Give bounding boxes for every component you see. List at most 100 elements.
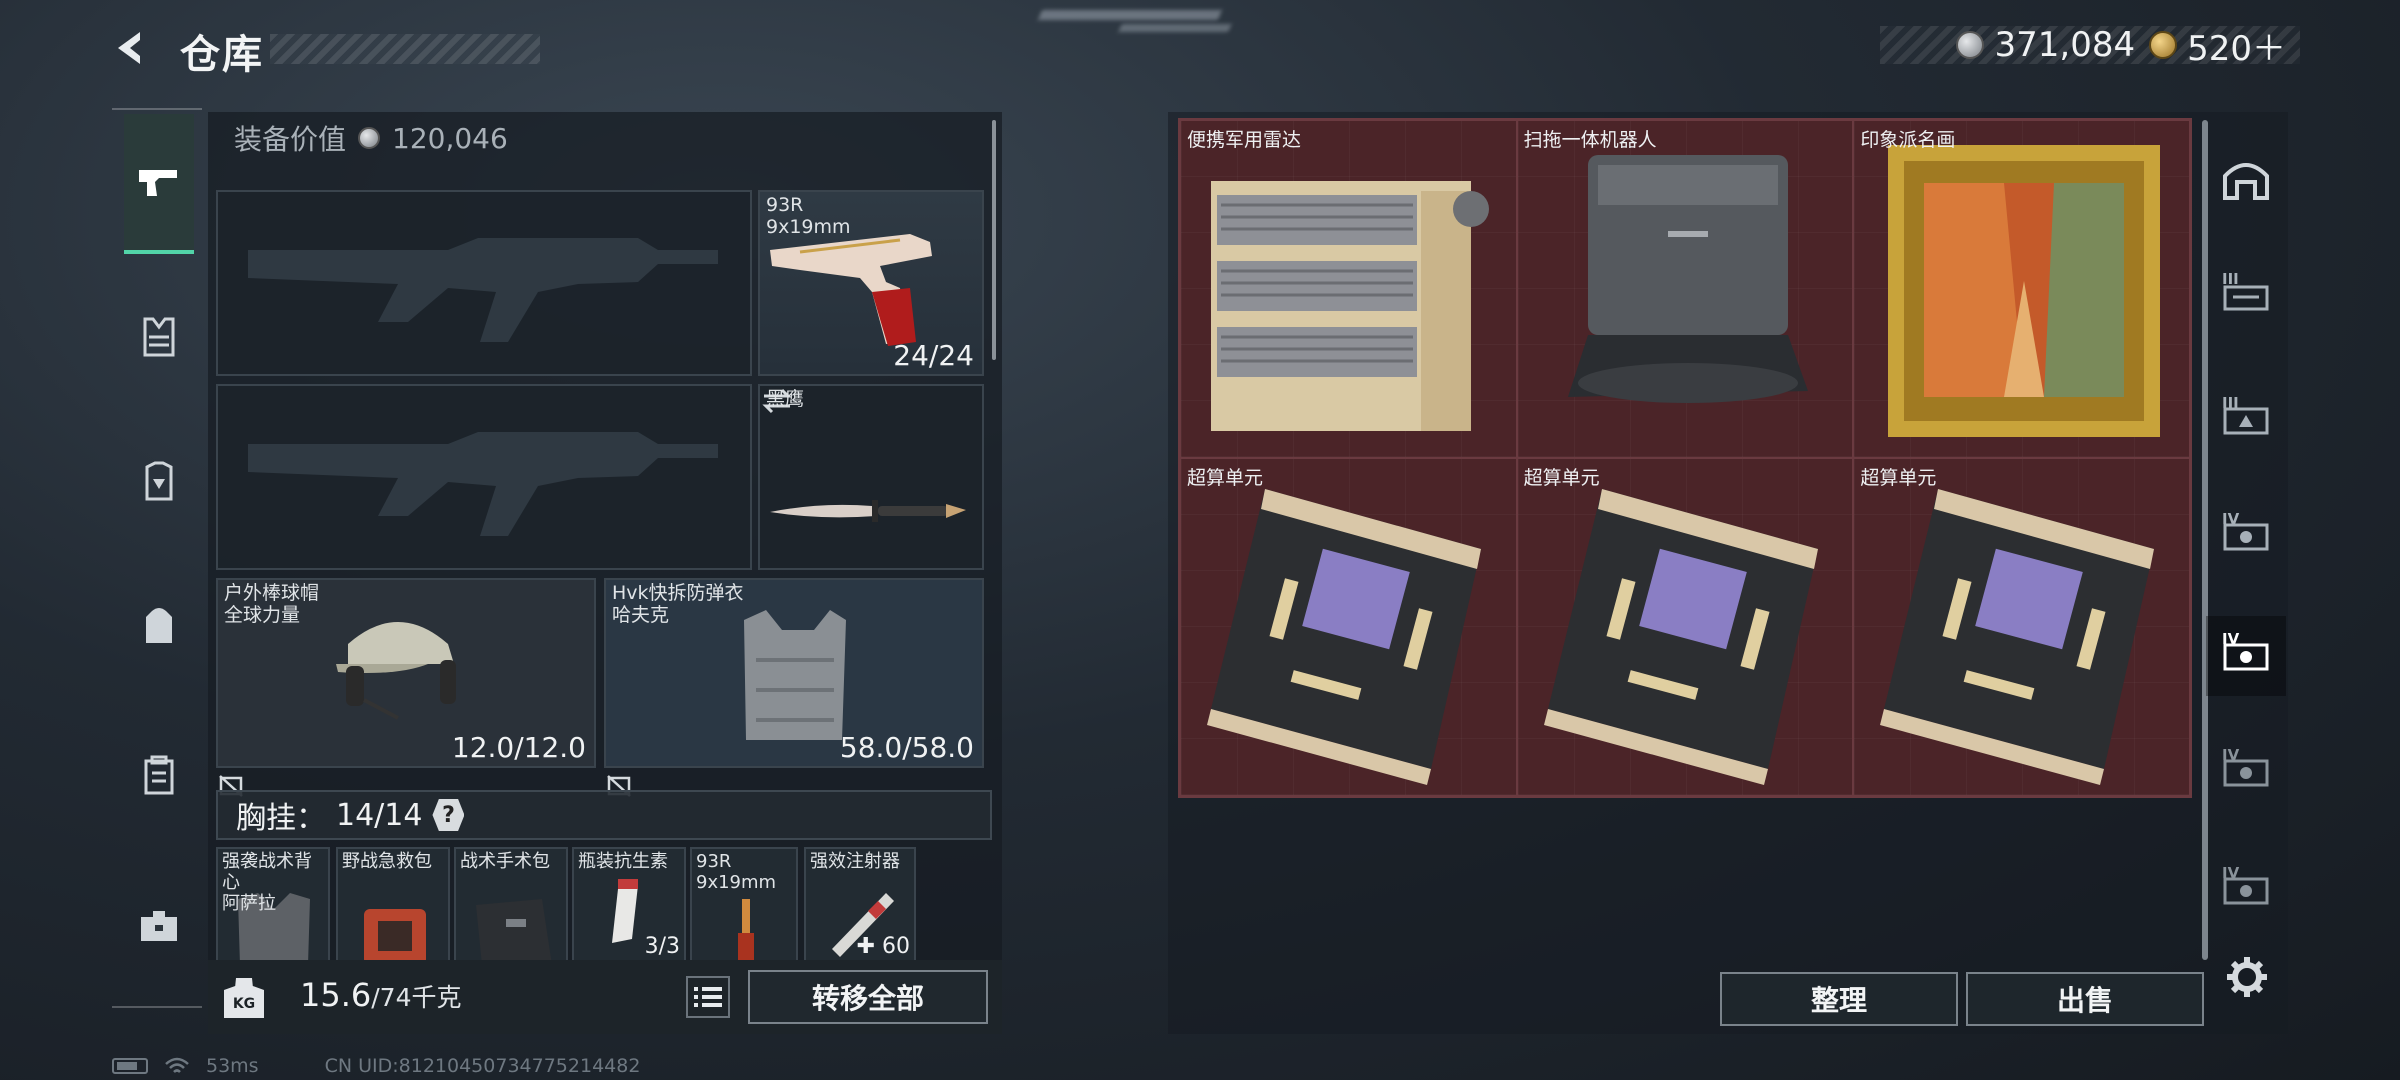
background-light bbox=[1118, 24, 1232, 32]
pistol-slot[interactable]: 93R 9x19mm 24/24 bbox=[758, 190, 984, 376]
primary-weapon-slot-2[interactable] bbox=[216, 384, 752, 570]
silver-currency: 371,084 bbox=[1956, 25, 2135, 65]
back-button[interactable] bbox=[108, 24, 156, 72]
helmet-slot[interactable]: 户外棒球帽 全球力量 12.0/12.0 bbox=[216, 578, 596, 797]
circuit-board-image-icon bbox=[1207, 489, 1481, 785]
equip-value-label: 装备价值 bbox=[234, 123, 347, 156]
pistol-icon bbox=[139, 170, 177, 196]
body-armor-slot[interactable]: Hvk快拆防弹衣 哈夫克 58.0/58.0 bbox=[604, 578, 984, 797]
tier-label: III bbox=[2222, 270, 2239, 288]
storage-panel: 便携军用雷达 扫拖一体机器人 印象派名画 超算单元 超算单元 超算单元 整理 出… bbox=[1168, 112, 2288, 1034]
case-icon bbox=[144, 755, 174, 795]
status-bar: 53ms CN UID:8121045073477521448​2 bbox=[112, 1054, 640, 1078]
carry-weight: 15.6/74千克 bbox=[300, 976, 462, 1014]
weight-icon: KG bbox=[224, 978, 264, 1018]
rifle-silhouette-icon bbox=[248, 238, 718, 342]
tier-label: IV bbox=[2222, 864, 2240, 882]
chest-item-brand: 阿萨拉 bbox=[222, 893, 276, 914]
chest-item-name: 战术手术包 bbox=[460, 851, 550, 872]
armor-name: Hvk快拆防弹衣 bbox=[612, 582, 744, 604]
helmet-name: 户外棒球帽 bbox=[224, 582, 320, 604]
equipment-value: 装备价值 120,046 bbox=[234, 118, 508, 158]
armor-icon bbox=[145, 461, 173, 501]
helmet-durability: 12.0/12.0 bbox=[451, 731, 586, 764]
storage-page-4[interactable]: IV bbox=[2206, 496, 2286, 576]
storage-page-main[interactable] bbox=[2206, 140, 2286, 220]
nav-case[interactable] bbox=[124, 740, 194, 810]
chest-item-6[interactable]: 强效注射器 ✚ 60 bbox=[804, 847, 916, 963]
wifi-icon bbox=[165, 1057, 189, 1073]
painting-image-icon bbox=[1888, 145, 2161, 437]
background-light bbox=[1038, 10, 1222, 20]
ping-value: 53ms bbox=[206, 1055, 259, 1077]
storage-page-3[interactable]: III bbox=[2206, 380, 2286, 460]
tier-label: IV bbox=[2222, 746, 2240, 764]
backpack-icon bbox=[146, 608, 172, 643]
helmet-brand: 全球力量 bbox=[224, 604, 301, 626]
nav-weapons[interactable] bbox=[124, 114, 194, 254]
inventory-scrollbar[interactable] bbox=[992, 120, 996, 360]
carry-weight-max: /74千克 bbox=[371, 983, 462, 1012]
list-view-button[interactable] bbox=[686, 976, 730, 1018]
nav-toolbox[interactable] bbox=[124, 890, 194, 960]
chest-item-3[interactable]: 战术手术包 bbox=[454, 847, 568, 963]
left-category-nav bbox=[112, 108, 202, 1008]
settings-button[interactable] bbox=[2222, 952, 2272, 1002]
nav-armor[interactable] bbox=[124, 446, 194, 516]
storage-item-robot-vacuum[interactable]: 扫拖一体机器人 bbox=[1516, 120, 1854, 458]
equip-value-amount: 120,046 bbox=[392, 121, 508, 155]
storage-item-supercomputer-1[interactable]: 超算单元 bbox=[1180, 458, 1517, 796]
storage-page-7[interactable]: IV bbox=[2206, 850, 2286, 930]
armor-durability: 58.0/58.0 bbox=[839, 731, 974, 764]
storage-item-supercomputer-3[interactable]: 超算单元 bbox=[1853, 458, 2190, 796]
melee-slot[interactable]: 黑鹰 bbox=[758, 384, 984, 636]
chest-item-name: 野战急救包 bbox=[342, 851, 432, 872]
sell-button[interactable]: 出售 bbox=[1966, 972, 2204, 1026]
title-decoration bbox=[270, 34, 540, 64]
radar-image-icon bbox=[1211, 181, 1489, 431]
gold-coin-icon bbox=[2149, 31, 2178, 59]
storage-page-5[interactable]: IV bbox=[2206, 616, 2286, 696]
chest-rig-label: 胸挂： bbox=[236, 801, 326, 836]
back-arrow-icon bbox=[118, 32, 140, 64]
pistol-caliber: 9x19mm bbox=[766, 216, 851, 238]
tier-label: IV bbox=[2222, 510, 2240, 528]
currency-bar: 371,084 520＋ bbox=[1880, 25, 2300, 69]
toolbox-icon bbox=[141, 911, 177, 941]
storage-item-radar[interactable]: 便携军用雷达 bbox=[1180, 120, 1517, 458]
chest-item-caliber: 9x19mm bbox=[696, 872, 777, 893]
storage-item-name: 扫拖一体机器人 bbox=[1523, 129, 1657, 151]
chest-item-name: 强效注射器 bbox=[810, 851, 900, 872]
pistol-ammo: 24/24 bbox=[893, 339, 974, 372]
page-title: 仓库 bbox=[180, 32, 264, 78]
chest-item-2[interactable]: 野战急救包 bbox=[336, 847, 450, 963]
melee-name: 黑鹰 bbox=[766, 388, 805, 410]
storage-item-name: 便携军用雷达 bbox=[1187, 129, 1302, 151]
nav-chest-rig[interactable] bbox=[124, 302, 194, 372]
chest-item-4[interactable]: 瓶装抗生素 3/3 bbox=[572, 847, 686, 963]
storage-page-2[interactable]: III bbox=[2206, 256, 2286, 336]
gear-icon bbox=[2227, 957, 2267, 997]
storage-item-painting[interactable]: 印象派名画 bbox=[1853, 120, 2190, 458]
gold-currency[interactable]: 520＋ bbox=[2149, 21, 2286, 70]
nav-backpack[interactable] bbox=[124, 590, 194, 660]
user-id: CN UID:8121045073477521448​2 bbox=[324, 1055, 641, 1077]
circuit-board-image-icon bbox=[1880, 489, 2155, 785]
silver-coin-icon bbox=[358, 127, 381, 149]
vault-icon bbox=[2223, 163, 2269, 200]
storage-grid: 便携军用雷达 扫拖一体机器人 印象派名画 超算单元 超算单元 超算单元 bbox=[1178, 118, 2192, 798]
chest-item-5[interactable]: 93R 9x19mm bbox=[690, 847, 798, 963]
sort-button[interactable]: 整理 bbox=[1720, 972, 1958, 1026]
primary-weapon-slot-1[interactable] bbox=[216, 190, 752, 376]
chest-rig-header: 胸挂： 14/14 ? bbox=[216, 790, 992, 840]
inventory-footer: KG 15.6/74千克 转移全部 bbox=[208, 960, 1002, 1034]
robot-vacuum-image-icon bbox=[1567, 155, 1808, 403]
chest-item-name: 瓶装抗生素 bbox=[578, 851, 668, 872]
storage-item-supercomputer-2[interactable]: 超算单元 bbox=[1516, 458, 1854, 796]
chest-rig-count: 14/14 bbox=[336, 797, 423, 833]
help-icon[interactable]: ? bbox=[432, 799, 465, 831]
transfer-all-button[interactable]: 转移全部 bbox=[748, 970, 988, 1024]
vest-icon bbox=[143, 317, 175, 357]
storage-page-6[interactable]: IV bbox=[2206, 732, 2286, 812]
chest-item-1[interactable]: 强袭战术背心 阿萨拉 bbox=[216, 847, 330, 963]
